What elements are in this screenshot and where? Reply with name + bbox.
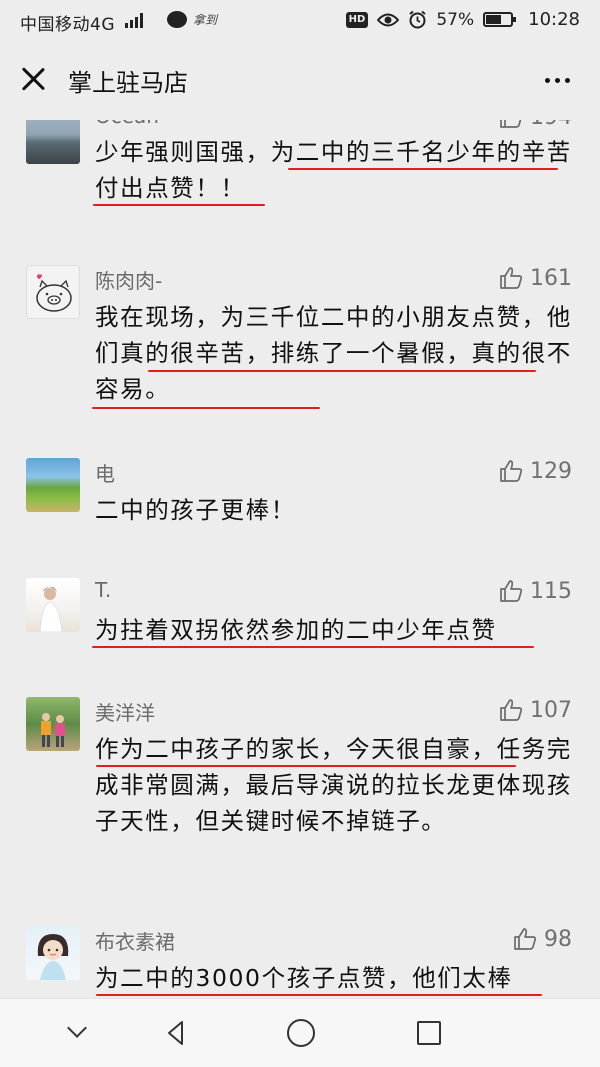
avatar[interactable] [26,578,80,632]
battery-icon [483,12,517,27]
comment-text: 为拄着双拐依然参加的二中少年点赞 [95,616,497,644]
back-triangle-icon[interactable] [160,1016,194,1050]
annotation-underline [288,168,558,170]
like-count: 161 [530,265,572,291]
comment-username[interactable]: 陈肉肉- [95,265,162,294]
comment-text: 二中的孩子更棒！ [95,496,296,524]
pig-avatar-icon [36,274,72,312]
annotation-underline [93,204,265,206]
thumbs-up-icon [500,120,522,128]
eye-icon [377,13,400,26]
comment-list[interactable]: Ocean 194 少年强则国强，为二中的三千名少年的辛苦付出点赞！！ 陈肉肉-… [0,120,600,998]
comment-username[interactable]: Ocean [95,120,159,128]
signal-icon [125,12,143,28]
back-chevron-icon[interactable] [60,1016,94,1050]
person-avatar-icon [39,586,63,632]
thumbs-up-icon [500,699,523,721]
more-icon[interactable] [545,78,570,83]
like-count: 107 [530,697,572,723]
thumbs-up-icon [500,580,523,602]
avatar[interactable] [26,697,80,751]
comment-username[interactable]: 美洋洋 [95,697,155,726]
battery-percent: 57% [436,9,475,30]
home-circle-icon[interactable] [284,1016,318,1050]
alarm-icon [409,10,426,29]
thumbs-up-icon [500,460,523,482]
like-button[interactable]: 115 [498,578,572,604]
avatar[interactable] [26,458,80,512]
status-bar: 中国移动4G 拿到 HD 57% 10:28 [0,0,600,42]
avatar[interactable] [26,120,80,164]
clock: 10:28 [528,9,580,30]
comment-text: 我在现场，为三千位二中的小朋友点赞，他们真的很辛苦，排练了一个暑假，真的很不容易… [95,303,572,403]
annotation-underline [148,370,536,372]
thumbs-up-icon [500,267,523,289]
thumbs-up-icon [514,928,537,950]
annotation-underline [96,994,542,996]
annotation-underline [96,765,516,767]
chat-icon [167,11,187,28]
comment-text: 为二中的3000个孩子点赞，他们太棒 [95,964,513,992]
page-title: 掌上驻马店 [68,69,188,97]
like-button[interactable]: 129 [498,458,572,484]
like-count: 115 [530,578,572,604]
recent-square-icon[interactable] [412,1016,446,1050]
comment-username[interactable]: 布衣素裙 [95,926,175,955]
like-button[interactable]: 194 [498,120,572,130]
hd-badge: HD [345,11,369,28]
like-button[interactable]: 161 [498,265,572,291]
like-button[interactable]: 107 [498,697,572,723]
title-bar: 掌上驻马店 [0,42,600,120]
comment-username[interactable]: 电 [95,458,115,487]
avatar[interactable] [26,926,80,980]
kids-avatar-icon [41,713,65,747]
cartoon-girl-avatar-icon [37,934,69,980]
like-count: 194 [530,120,572,130]
annotation-underline [92,646,534,648]
close-icon[interactable] [20,66,46,92]
system-nav-bar [0,998,600,1067]
like-count: 129 [530,458,572,484]
like-count: 98 [544,926,572,952]
comment-text: 作为二中孩子的家长，今天很自豪，任务完成非常圆满，最后导演说的拉长龙更体现孩子天… [95,735,572,835]
carrier-label: 中国移动4G [20,15,115,35]
comment-username[interactable]: T. [95,578,111,602]
sparrow-notification-icon: 拿到 [193,13,218,27]
like-button[interactable]: 98 [512,926,572,952]
annotation-underline [92,407,320,409]
avatar[interactable] [26,265,80,319]
comment-text: 少年强则国强，为二中的三千名少年的辛苦付出点赞！！ [95,138,572,202]
